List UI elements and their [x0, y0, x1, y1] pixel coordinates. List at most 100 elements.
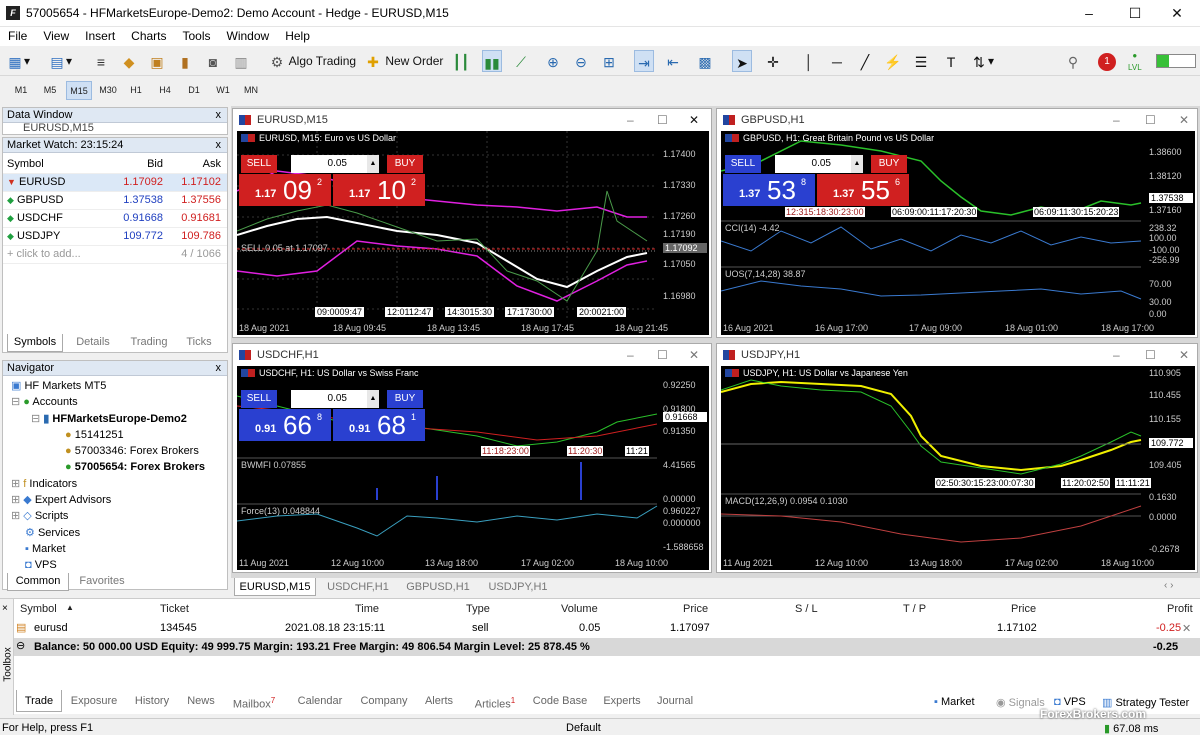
nav-indicators[interactable]: ⊞ f Indicators	[3, 476, 227, 492]
arrows-icon[interactable]: ⇅ ▾	[970, 50, 994, 72]
chart-close-icon[interactable]: ✕	[1179, 109, 1189, 131]
tf-m15[interactable]: M15	[66, 81, 92, 100]
line-chart-icon[interactable]: ⟋	[512, 50, 530, 72]
navigator-close-icon[interactable]: x	[216, 361, 222, 376]
new-chart-icon[interactable]: ▦ ▾	[6, 50, 30, 72]
toolbox-close-icon[interactable]: ×	[2, 603, 8, 614]
text-icon[interactable]: T	[942, 50, 960, 72]
cursor-icon[interactable]: ➤	[732, 50, 752, 72]
template-icon[interactable]: ▩	[696, 50, 714, 72]
candlestick-icon[interactable]: ▮▮	[482, 50, 502, 72]
chart-close-icon[interactable]: ✕	[1179, 344, 1189, 366]
close-position-icon[interactable]: ✕	[1182, 622, 1191, 635]
fibonacci-icon[interactable]: ⚡	[884, 50, 902, 72]
buy-price-box[interactable]: 1.17 10 2	[333, 174, 425, 206]
tf-mn[interactable]: MN	[238, 81, 264, 100]
chart-tab-gbpusd[interactable]: GBPUSD,H1	[398, 578, 478, 596]
nav-experts[interactable]: ⊞ ◆ Expert Advisors	[3, 492, 227, 508]
market-button[interactable]: ▪ Market	[934, 696, 975, 708]
nav-hf-markets[interactable]: ▣ HF Markets MT5	[3, 378, 227, 394]
chart-minimize-icon[interactable]: –	[1113, 109, 1120, 131]
tab-code-base[interactable]: Code Base	[528, 690, 592, 712]
col-time[interactable]: Time	[355, 603, 379, 615]
lock-icon[interactable]: ▣	[148, 50, 166, 72]
menu-charts[interactable]: Charts	[123, 27, 174, 43]
col-tp[interactable]: T / P	[903, 603, 926, 615]
chart-tab-usdjpy[interactable]: USDJPY,H1	[478, 578, 558, 596]
col-ticket[interactable]: Ticket	[160, 603, 189, 615]
tab-alerts[interactable]: Alerts	[416, 690, 462, 712]
chart-window-gbpusd[interactable]: GBPUSD,H1 – ☐ ✕ GBPUSD, H1: Great Britain …	[716, 108, 1198, 338]
sell-price-box[interactable]: 1.17 09 2	[239, 174, 331, 206]
tile-windows-icon[interactable]: ⊞	[600, 50, 618, 72]
chart-canvas-gbpusd[interactable]: GBPUSD, H1: Great Britain Pound vs US Do…	[721, 131, 1195, 335]
chart-minimize-icon[interactable]: –	[1113, 344, 1120, 366]
chart-tabs-scroll-icon[interactable]: ‹ ›	[1164, 580, 1173, 591]
tab-calendar[interactable]: Calendar	[288, 690, 352, 712]
zoom-in-icon[interactable]: ⊕	[544, 50, 562, 72]
tf-m1[interactable]: M1	[8, 81, 34, 100]
chart-window-usdjpy[interactable]: USDJPY,H1 – ☐ ✕ USDJPY, H1: US Dollar vs J…	[716, 343, 1198, 573]
chart-maximize-icon[interactable]: ☐	[1145, 109, 1156, 131]
sell-price-box[interactable]: 1.37 53 8	[723, 174, 815, 206]
market-row-eurusd[interactable]: ▼ EURUSD 1.17092 1.17102	[3, 173, 227, 192]
tf-m5[interactable]: M5	[37, 81, 63, 100]
sell-price-box[interactable]: 0.91 66 8	[239, 409, 331, 441]
menu-file[interactable]: File	[0, 27, 35, 43]
tf-h1[interactable]: H1	[123, 81, 149, 100]
maximize-button[interactable]: ☐	[1112, 0, 1158, 26]
alerts-button[interactable]: 1	[1098, 50, 1116, 72]
bar-chart-icon[interactable]: ┃┃	[452, 50, 470, 72]
menu-window[interactable]: Window	[219, 27, 278, 43]
volume-up-icon[interactable]: ▲	[851, 155, 863, 173]
tab-history[interactable]: History	[126, 690, 178, 712]
volume-up-icon[interactable]: ▲	[367, 390, 379, 408]
data-window-close-icon[interactable]: x	[216, 108, 222, 123]
navigator-icon[interactable]: ▮	[176, 50, 194, 72]
sell-button[interactable]: SELL	[241, 390, 277, 408]
nav-market[interactable]: ▪ Market	[3, 541, 227, 557]
buy-price-box[interactable]: 1.37 55 6	[817, 174, 909, 206]
chart-canvas-usdjpy[interactable]: USDJPY, H1: US Dollar vs Japanese Yen MA…	[721, 366, 1195, 570]
tab-favorites[interactable]: Favorites	[71, 573, 133, 591]
market-row-usdjpy[interactable]: ◆ USDJPY 109.772 109.786	[3, 227, 227, 246]
col-symbol[interactable]: Symbol	[20, 603, 57, 615]
chart-minimize-icon[interactable]: –	[627, 344, 634, 366]
trend-line-icon[interactable]: ╱	[856, 50, 874, 72]
chart-minimize-icon[interactable]: –	[627, 109, 634, 131]
chart-close-icon[interactable]: ✕	[689, 109, 699, 131]
volume-input[interactable]: 0.05	[291, 155, 367, 173]
menu-tools[interactable]: Tools	[175, 27, 219, 43]
col-symbol[interactable]: Symbol	[3, 155, 103, 174]
channels-icon[interactable]: ☰	[912, 50, 930, 72]
tab-articles[interactable]: Articles1	[464, 690, 526, 712]
collapse-icon[interactable]: ⊖	[16, 639, 25, 652]
tab-trade[interactable]: Trade	[16, 690, 62, 712]
chart-shift-icon[interactable]: ⇤	[664, 50, 682, 72]
trade-row[interactable]: ▤ eurusd 134545 2021.08.18 23:15:11 sell…	[14, 619, 1200, 637]
col-sl[interactable]: S / L	[795, 603, 818, 615]
close-button[interactable]: ✕	[1154, 0, 1200, 26]
col-price[interactable]: Price	[683, 603, 708, 615]
tester-icon[interactable]: ▥	[232, 50, 250, 72]
market-watch-close-icon[interactable]: x	[216, 138, 222, 153]
nav-services[interactable]: ⚙ Services	[3, 525, 227, 541]
tab-symbols[interactable]: Symbols	[7, 334, 63, 352]
tab-ticks[interactable]: Ticks	[171, 334, 227, 352]
chart-window-eurusd[interactable]: EURUSD,M15 – ☐ ✕ EURUSD, M15: Euro vs US D…	[232, 108, 712, 338]
volume-up-icon[interactable]: ▲	[367, 155, 379, 173]
buy-button[interactable]: BUY	[387, 390, 423, 408]
chart-canvas-usdchf[interactable]: USDCHF, H1: US Dollar vs Swiss Franc SEL…	[237, 366, 709, 570]
chart-tab-usdchf[interactable]: USDCHF,H1	[318, 578, 398, 596]
menu-view[interactable]: View	[35, 27, 77, 43]
nav-account-1[interactable]: ● 15141251	[3, 427, 227, 443]
minimize-button[interactable]: –	[1066, 0, 1112, 26]
search-icon[interactable]: ⚲	[1064, 50, 1082, 72]
chart-maximize-icon[interactable]: ☐	[657, 344, 668, 366]
col-type[interactable]: Type	[466, 603, 490, 615]
crosshair-icon[interactable]: ✛	[764, 50, 782, 72]
tf-m30[interactable]: M30	[95, 81, 121, 100]
volume-input[interactable]: 0.05	[775, 155, 851, 173]
nav-account-3[interactable]: ● 57005654: Forex Brokers	[3, 459, 227, 475]
col-current-price[interactable]: Price	[1011, 603, 1036, 615]
